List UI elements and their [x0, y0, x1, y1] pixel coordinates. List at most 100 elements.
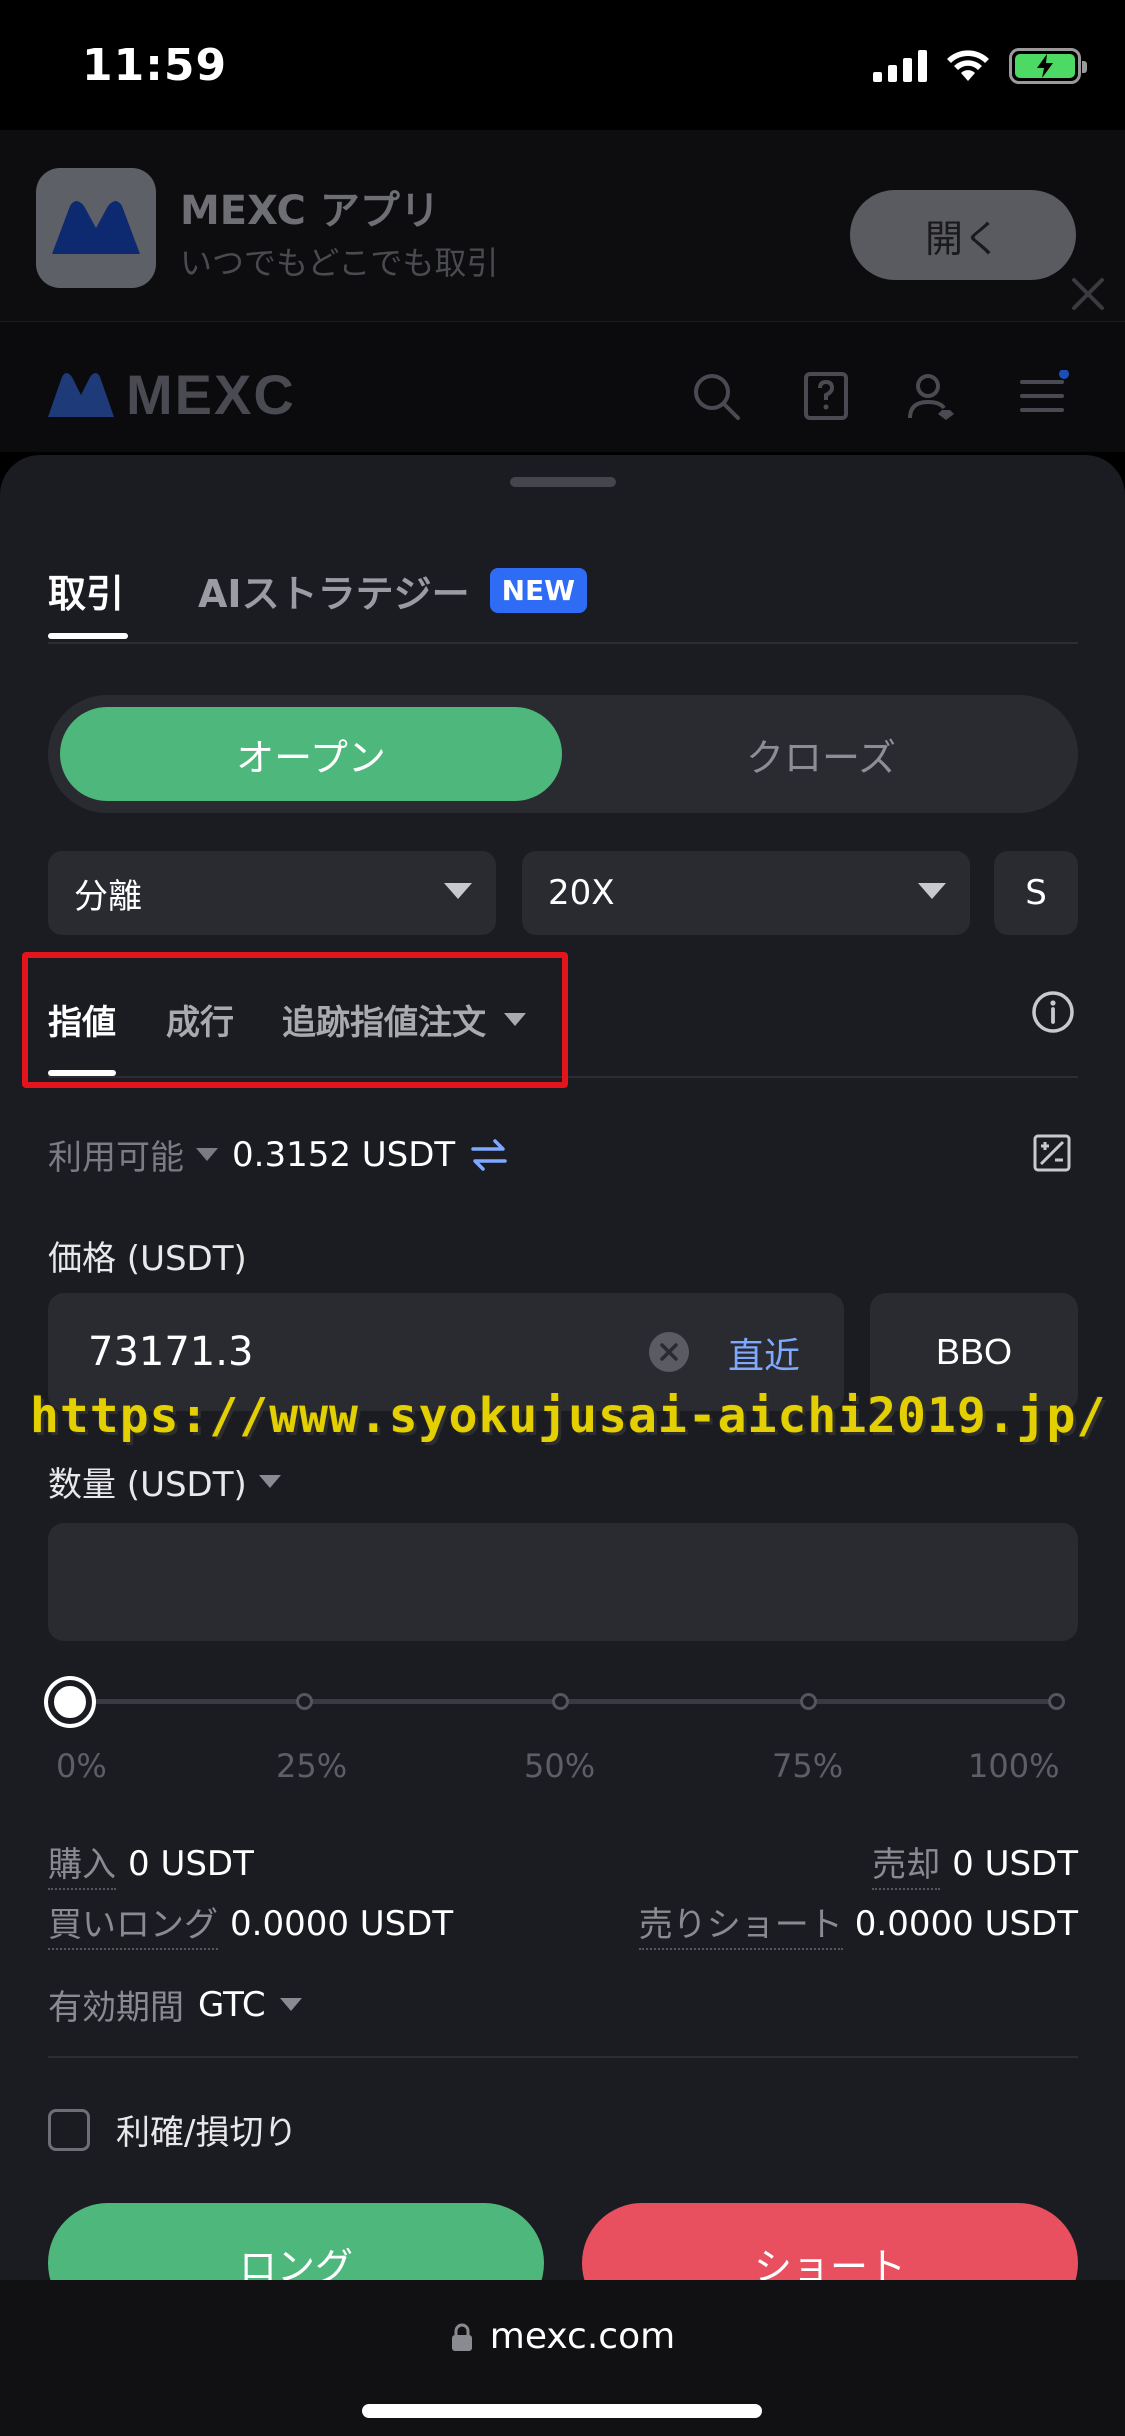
max-long-row: 買いロング 0.0000 USDT: [48, 1897, 453, 1950]
quantity-label-row[interactable]: 数量 (USDT): [48, 1457, 281, 1506]
max-short-row: 売りショート 0.0000 USDT: [638, 1897, 1078, 1950]
user-account-icon[interactable]: [906, 370, 958, 422]
size-mode-value: S: [1025, 873, 1047, 913]
slider-stop-50[interactable]: [552, 1693, 569, 1710]
order-type-tabs: 指値 成行 追跡指値注文: [48, 995, 526, 1044]
open-close-toggle: オープン クローズ: [48, 695, 1078, 813]
wifi-icon: [947, 50, 989, 81]
mexc-app-icon: [36, 168, 156, 288]
tab-trade[interactable]: 取引: [48, 563, 124, 618]
validity-value: GTC: [198, 1984, 266, 2025]
buy-value: 0 USDT: [128, 1843, 254, 1884]
battery-icon: [1009, 48, 1087, 84]
available-balance: 利用可能 0.3152 USDT: [48, 1130, 509, 1179]
long-value: 0.0000 USDT: [230, 1903, 454, 1944]
close-banner-icon[interactable]: [1068, 274, 1108, 314]
lock-icon: [451, 2323, 472, 2351]
chevron-down-icon: [444, 883, 472, 899]
slider-label: 0%: [56, 1747, 107, 1785]
tpsl-label: 利確/損切り: [116, 2113, 298, 2153]
site-header: MEXC: [0, 322, 1125, 452]
divider: [48, 642, 1078, 644]
app-install-banner: MEXC アプリ いつでもどこでも取引 開く: [0, 130, 1125, 322]
quantity-label: 数量 (USDT): [48, 1465, 247, 1505]
long-label[interactable]: 買いロング: [48, 1897, 218, 1950]
buy-label[interactable]: 購入: [48, 1837, 116, 1890]
new-badge: NEW: [489, 568, 588, 613]
slider-labels: 0% 25% 50% 75% 100%: [48, 1747, 1078, 1791]
trailing-order-label: 追跡指値注文: [282, 1003, 486, 1043]
slider-label: 50%: [524, 1747, 596, 1785]
close-position-button[interactable]: クローズ: [576, 707, 1066, 801]
app-subtitle: いつでもどこでも取引: [180, 244, 499, 282]
tpsl-checkbox[interactable]: [48, 2108, 90, 2151]
slider-label: 100%: [968, 1747, 1060, 1785]
calculator-icon[interactable]: [1032, 1133, 1072, 1173]
sell-cost-row: 売却 0 USDT: [872, 1837, 1078, 1890]
status-time: 11:59: [82, 40, 228, 91]
mexc-logo[interactable]: MEXC: [46, 362, 296, 427]
short-value: 0.0000 USDT: [854, 1903, 1078, 1944]
quantity-input[interactable]: [48, 1523, 1078, 1641]
margin-mode-select[interactable]: 分離: [48, 851, 496, 935]
home-indicator[interactable]: [362, 2404, 762, 2418]
price-label: 価格 (USDT): [48, 1239, 247, 1279]
slider-stop-75[interactable]: [800, 1693, 817, 1710]
chevron-down-icon: [279, 1998, 302, 2011]
open-position-button[interactable]: オープン: [60, 707, 562, 801]
tab-ai-strategy[interactable]: AIストラテジー: [198, 563, 470, 618]
slider-stop-25[interactable]: [296, 1693, 313, 1710]
status-icons: [873, 48, 1087, 84]
cellular-signal-icon: [873, 50, 927, 82]
status-bar: 11:59: [0, 0, 1125, 130]
slider-label: 25%: [276, 1747, 348, 1785]
tab-limit-order[interactable]: 指値: [48, 995, 116, 1044]
search-icon[interactable]: [690, 370, 742, 422]
short-label[interactable]: 売りショート: [638, 1897, 843, 1950]
time-in-force-select[interactable]: 有効期間 GTC: [48, 1980, 302, 2029]
app-name: MEXC アプリ: [180, 188, 440, 234]
trade-tabs: 取引 AIストラテジー NEW: [48, 563, 588, 618]
quantity-slider[interactable]: [48, 1677, 1078, 1727]
chevron-down-icon: [504, 1013, 526, 1026]
url-text: mexc.com: [489, 2316, 676, 2357]
buy-cost-row: 購入 0 USDT: [48, 1837, 254, 1890]
long-button[interactable]: ロング: [48, 2203, 544, 2280]
validity-label: 有効期間: [48, 1988, 184, 2028]
menu-icon[interactable]: [1018, 370, 1070, 422]
chevron-down-icon[interactable]: [196, 1148, 218, 1161]
divider: [48, 2056, 1078, 2058]
clear-input-icon[interactable]: [648, 1331, 690, 1373]
slider-thumb[interactable]: [48, 1680, 92, 1724]
slider-stop-100[interactable]: [1048, 1693, 1065, 1710]
logo-text: MEXC: [126, 363, 296, 426]
leverage-select[interactable]: 20X: [522, 851, 970, 935]
sell-label[interactable]: 売却: [872, 1837, 941, 1890]
size-mode-button[interactable]: S: [994, 851, 1078, 935]
transfer-icon[interactable]: [469, 1138, 509, 1172]
open-app-button[interactable]: 開く: [850, 190, 1076, 280]
trade-bottom-sheet: 取引 AIストラテジー NEW オープン クローズ 分離 20X S 指値 成行…: [0, 455, 1125, 2280]
margin-mode-value: 分離: [74, 876, 142, 917]
short-button[interactable]: ショート: [582, 2203, 1078, 2280]
url-display[interactable]: mexc.com: [0, 2316, 1125, 2357]
available-label[interactable]: 利用可能: [48, 1130, 184, 1179]
browser-address-bar: mexc.com: [0, 2280, 1125, 2436]
tab-market-order[interactable]: 成行: [166, 995, 234, 1044]
divider: [48, 1076, 1078, 1078]
tpsl-option[interactable]: 利確/損切り: [48, 2105, 297, 2154]
available-value: 0.3152 USDT: [232, 1134, 456, 1175]
chevron-down-icon: [918, 883, 946, 899]
chevron-down-icon: [258, 1475, 281, 1488]
watermark-url: https://www.syokujusai-aichi2019.jp/: [30, 1388, 1107, 1444]
sheet-grabber[interactable]: [510, 477, 616, 487]
leverage-value: 20X: [548, 873, 615, 913]
help-guide-icon[interactable]: [800, 370, 852, 422]
tab-trailing-order[interactable]: 追跡指値注文: [282, 995, 526, 1044]
slider-label: 75%: [772, 1747, 844, 1785]
info-icon[interactable]: [1030, 989, 1076, 1035]
sell-value: 0 USDT: [952, 1843, 1078, 1884]
price-value[interactable]: 73171.3: [88, 1329, 253, 1375]
tab-active-underline: [48, 633, 128, 639]
recent-price-button[interactable]: 直近: [728, 1327, 800, 1379]
